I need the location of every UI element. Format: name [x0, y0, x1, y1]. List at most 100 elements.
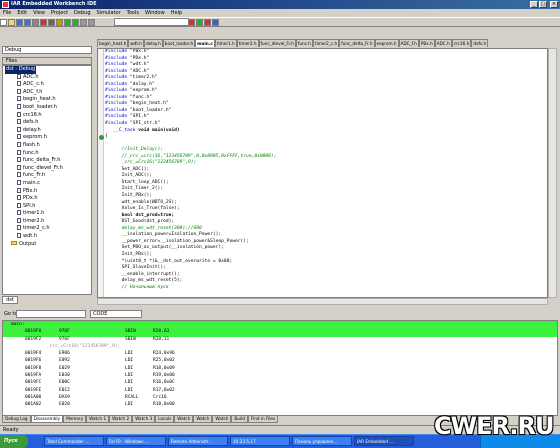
disassembly-row[interactable]: 0019F0 976F SBIW R28,63 [3, 328, 557, 335]
taskbar-task[interactable]: Панель управлен... [292, 436, 352, 446]
disassembly-row[interactable]: 0019F8 E029 LDI R18,0x09 [3, 365, 557, 372]
undo-icon[interactable] [64, 19, 71, 26]
tab-func-h[interactable]: func.h [295, 39, 313, 47]
tree-item[interactable]: begin_heat.h [3, 96, 91, 104]
tree-item[interactable]: func_delta_Fr.h [3, 157, 91, 165]
code-editor[interactable]: #include "PBx.h" #include "PDx.h" #include… [97, 48, 548, 298]
taskbar-task[interactable]: 10.23.5.17 [230, 436, 290, 446]
minimize-button[interactable]: _ [530, 1, 538, 8]
tree-item[interactable]: wdt.h [3, 233, 91, 241]
tree-item[interactable]: timer1.h [3, 210, 91, 218]
tab-delay-h[interactable]: delay.h [143, 39, 163, 47]
disassembly-row[interactable]: 0019F2 976F SBIW R28,11 [3, 336, 557, 343]
tree-item[interactable]: PBx.h [3, 187, 91, 196]
taskbar-task[interactable]: Remote Administr... [168, 436, 228, 446]
disassembly-row[interactable]: 0019FE E012 LDI R17,0x02 [3, 387, 557, 394]
tree-item[interactable]: ADC_c.h [3, 81, 91, 89]
tab-boot-loader-h[interactable]: boot_loader.h [162, 39, 196, 47]
toolbar-combo[interactable] [114, 18, 189, 26]
open-icon[interactable] [8, 19, 15, 26]
tree-item[interactable]: main.c [3, 179, 91, 188]
output-tab-debug-log[interactable]: Debug Log [2, 416, 31, 423]
tree-item[interactable]: PDx.h [3, 195, 91, 203]
breakpoint-icon[interactable] [204, 19, 211, 26]
save-icon[interactable] [16, 19, 23, 26]
tab-func-dlevel-fr-h[interactable]: func_dlevel_Fr.h [258, 39, 296, 47]
taskbar-task[interactable]: Far70 - Windows ... [106, 436, 166, 446]
workspace-config-select[interactable]: Debug [2, 46, 92, 54]
new-icon[interactable] [0, 19, 7, 26]
tree-item[interactable]: func.h [3, 149, 91, 158]
output-tab-watch-2[interactable]: Watch 2 [109, 416, 133, 423]
tree-item[interactable]: dst - Debug [3, 66, 91, 74]
stop-icon[interactable] [188, 19, 195, 26]
disassembly-row[interactable]: 0019F4 E986 LDI R24,0x96 [3, 350, 557, 357]
tab-crc16-h[interactable]: crc16.h [451, 39, 472, 47]
tree-item[interactable]: boot_loader.h [3, 103, 91, 112]
disassembly-window[interactable]: main: 0019F0 976F SBIW R28,63 0019F2 976F SBIW R… [2, 320, 558, 416]
output-tab-watch-3[interactable]: Watch 3 [132, 416, 156, 423]
maximize-button[interactable]: □ [539, 1, 547, 8]
memory-zone-select[interactable]: CODE [90, 310, 142, 318]
redo-icon[interactable] [72, 19, 79, 26]
tree-item[interactable]: timer2.h [3, 217, 91, 226]
tab-wdt-h[interactable]: wdt.h [128, 39, 144, 47]
editor-horizontal-scrollbar[interactable] [97, 298, 548, 305]
menu-window[interactable]: Window [142, 9, 168, 17]
workspace-tab-dst[interactable]: dst [2, 296, 18, 304]
debug-icon[interactable] [196, 19, 203, 26]
tree-item[interactable]: crc16.h [3, 111, 91, 120]
output-tab-watch[interactable]: Watch [174, 416, 194, 423]
output-tab-locals[interactable]: Locals [155, 416, 175, 423]
menu-file[interactable]: File [0, 9, 14, 17]
disassembly-row[interactable]: 001A00 DAS9 RCALL Crc16 [3, 394, 557, 401]
tree-item[interactable]: defs.h [3, 119, 91, 127]
replace-icon[interactable] [88, 19, 95, 26]
output-tab-watch[interactable]: Watch [212, 416, 232, 423]
tree-item[interactable]: flash.h [3, 141, 91, 150]
menu-edit[interactable]: Edit [14, 9, 30, 17]
tree-item[interactable]: eeprom.h [3, 134, 91, 142]
tab-timer1-h[interactable]: timer1.h [214, 39, 237, 47]
output-tab-watch-1[interactable]: Watch 1 [86, 416, 110, 423]
menu-help[interactable]: Help [168, 9, 185, 17]
tree-item[interactable]: Output [3, 241, 91, 249]
tab-main-c[interactable]: main.c [195, 39, 215, 47]
taskbar-task[interactable]: Total Commander ... [44, 436, 104, 446]
tree-item[interactable]: ADC.h [3, 73, 91, 82]
save-all-icon[interactable] [24, 19, 31, 26]
output-tab-watch[interactable]: Watch [193, 416, 213, 423]
print-icon[interactable] [32, 19, 39, 26]
tree-item[interactable]: ADC_f.h [3, 88, 91, 97]
editor-vertical-scrollbar[interactable] [548, 48, 557, 298]
disassembly-row[interactable]: 0019FA E030 LDI R19,0x00 [3, 372, 557, 379]
menu-simulator[interactable]: Simulator [94, 9, 124, 17]
menu-tools[interactable]: Tools [124, 9, 142, 17]
tab-eeprom-h[interactable]: eeprom.h [374, 39, 399, 47]
tab-defs-h[interactable]: defs.h [471, 39, 489, 47]
files-header[interactable]: Files [2, 57, 92, 65]
disassembly-row[interactable]: _crc_=Crc16("123456789",9); [3, 343, 557, 350]
tab-func-delta-fr-h[interactable]: func_delta_Fr.h [339, 39, 375, 47]
taskbar-task[interactable]: IAR Embedded ... [354, 436, 414, 446]
cut-icon[interactable] [40, 19, 47, 26]
tree-item[interactable]: delay.h [3, 126, 91, 135]
output-tab-disassembly[interactable]: Disassembly [30, 416, 64, 423]
step-icon[interactable] [212, 19, 219, 26]
start-button[interactable]: Пуск [0, 435, 28, 448]
menu-view[interactable]: View [30, 9, 48, 17]
goto-input[interactable] [16, 310, 86, 318]
tab-begin-heat-h[interactable]: begin_heat.h [97, 39, 129, 47]
menu-debug[interactable]: Debug [71, 9, 93, 17]
tab-pbx-h[interactable]: PBx.h [418, 39, 435, 47]
output-tab-memory[interactable]: Memory [63, 416, 87, 423]
disassembly-row[interactable]: 0019F6 E092 LDI R25,0x02 [3, 357, 557, 364]
tab-adc-h[interactable]: ADC.h [434, 39, 452, 47]
tab-timer2-c-h[interactable]: timer2_c.h [312, 39, 340, 47]
disassembly-row[interactable]: 001A02 E020 LDI R18,0x00 [3, 401, 557, 408]
menu-project[interactable]: Project [48, 9, 71, 17]
output-tab-find-in-files[interactable]: Find in Files [247, 416, 279, 423]
close-button[interactable]: × [550, 1, 558, 8]
find-icon[interactable] [80, 19, 87, 26]
tab-timer2-h[interactable]: timer2.h [236, 39, 259, 47]
